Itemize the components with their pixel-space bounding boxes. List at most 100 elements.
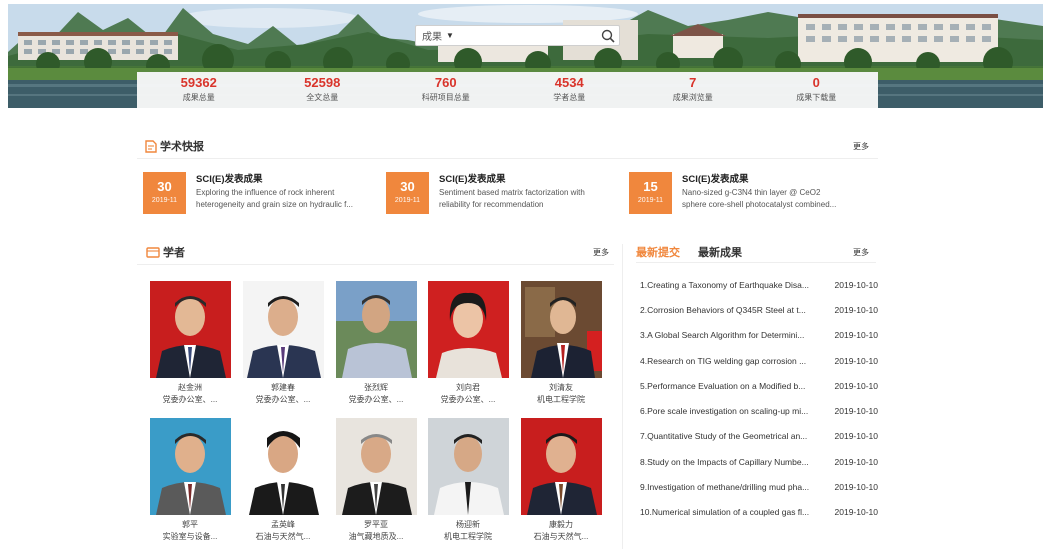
item-title: 10.Numerical simulation of a coupled gas… (640, 507, 810, 518)
stat-label: 成果浏览量 (672, 93, 713, 102)
search-scope-select[interactable]: 成果 ▼ (416, 28, 462, 43)
statistics-bar: 59362 成果总量 52598 全文总量 760 科研项目总量 4534 学者… (137, 72, 878, 108)
caret-down-icon: ▼ (446, 31, 454, 40)
stat-projects[interactable]: 760 科研项目总量 (384, 72, 508, 108)
stat-label: 学者总量 (553, 93, 586, 102)
stat-achievements[interactable]: 59362 成果总量 (137, 72, 261, 108)
date-badge: 30 2019-11 (386, 172, 429, 214)
scholar-name: 刘清友 (549, 383, 573, 392)
news-more-link[interactable]: 更多 (853, 141, 869, 152)
news-title: SCI(E)发表成果 (682, 174, 749, 185)
scholar-photo (335, 418, 417, 515)
scholar-department: 党委办公室、... (162, 395, 218, 404)
list-item[interactable]: 1.Creating a Taxonomy of Earthquake Disa… (640, 272, 878, 297)
scholar-card[interactable]: 孟英峰 石油与天然气... (240, 418, 326, 542)
item-date: 2019-10-10 (834, 304, 878, 315)
search-button[interactable] (597, 26, 619, 45)
scholar-department: 机电工程学院 (537, 395, 585, 404)
scholar-photo (149, 418, 231, 515)
tab-latest-achievements[interactable]: 最新成果 (698, 244, 742, 260)
date-month: 2019-11 (151, 197, 178, 204)
stat-value: 7 (689, 75, 697, 90)
list-item[interactable]: 4.Research on TIG welding gap corrosion … (640, 348, 878, 373)
list-item[interactable]: 6.Pore scale investigation on scaling-up… (640, 398, 878, 423)
scholars-more-link[interactable]: 更多 (593, 247, 609, 258)
stat-value: 760 (434, 75, 457, 90)
latest-list: 1.Creating a Taxonomy of Earthquake Disa… (640, 272, 878, 525)
date-month: 2019-11 (394, 197, 421, 204)
scholar-card[interactable]: 郭平 实验室与设备... (147, 418, 233, 542)
news-summary-line: Exploring the influence of rock inherent (196, 188, 335, 197)
scholar-photo (520, 281, 602, 378)
item-title: 6.Pore scale investigation on scaling-up… (640, 406, 809, 417)
item-date: 2019-10-10 (834, 330, 878, 341)
scholar-photo (242, 281, 324, 378)
item-date: 2019-10-10 (834, 355, 878, 366)
news-section-header: 学术快报 (145, 138, 204, 154)
stat-views[interactable]: 7 成果浏览量 (631, 72, 755, 108)
scholar-card[interactable]: 杨迎新 机电工程学院 (425, 418, 511, 542)
scholar-name: 孟英峰 (271, 520, 295, 529)
latest-more-link[interactable]: 更多 (853, 247, 869, 258)
scholar-card[interactable]: 张烈辉 党委办公室、... (333, 281, 419, 405)
scholar-name: 赵金洲 (178, 383, 202, 392)
item-date: 2019-10-10 (834, 279, 878, 290)
news-card[interactable]: 30 2019-11 SCI(E)发表成果 Exploring the infl… (143, 172, 376, 214)
search-bar: 成果 ▼ (415, 25, 620, 46)
news-card[interactable]: 15 2019-11 SCI(E)发表成果 Nano-sized g-C3N4 … (629, 172, 862, 214)
search-scope-label: 成果 (422, 32, 442, 43)
stat-scholars[interactable]: 4534 学者总量 (508, 72, 632, 108)
stat-label: 成果总量 (182, 93, 215, 102)
scholars-section-title: 学者 (163, 247, 185, 259)
item-title: 5.Performance Evaluation on a Modified b… (640, 380, 806, 391)
search-input[interactable] (462, 27, 597, 44)
scholar-card[interactable]: 刘向君 党委办公室、... (425, 281, 511, 405)
scholar-card[interactable]: 康毅力 石油与天然气... (518, 418, 604, 542)
document-icon (145, 139, 157, 153)
list-item[interactable]: 3.A Global Search Algorithm for Determin… (640, 323, 878, 348)
list-item[interactable]: 9.Investigation of methane/drilling mud … (640, 474, 878, 499)
divider (137, 158, 878, 159)
divider (636, 262, 876, 263)
scholar-photo (335, 281, 417, 378)
list-item[interactable]: 10.Numerical simulation of a coupled gas… (640, 500, 878, 525)
date-day: 30 (400, 179, 415, 194)
search-icon (601, 29, 615, 43)
stat-value: 52598 (304, 75, 341, 90)
list-item[interactable]: 8.Study on the Impacts of Capillary Numb… (640, 449, 878, 474)
scholar-department: 实验室与设备... (162, 532, 218, 541)
list-item[interactable]: 7.Quantitative Study of the Geometrical … (640, 424, 878, 449)
scholar-card[interactable]: 郭建春 党委办公室、... (240, 281, 326, 405)
divider (137, 264, 614, 265)
scholar-photo (427, 418, 509, 515)
item-date: 2019-10-10 (834, 431, 878, 442)
list-item[interactable]: 5.Performance Evaluation on a Modified b… (640, 373, 878, 398)
stat-value: 4534 (554, 75, 584, 90)
stat-label: 科研项目总量 (421, 93, 470, 102)
scholar-card[interactable]: 刘清友 机电工程学院 (518, 281, 604, 405)
news-title: SCI(E)发表成果 (196, 174, 263, 185)
scholar-card[interactable]: 罗平亚 油气藏地质及... (333, 418, 419, 542)
stat-label: 成果下载量 (796, 93, 837, 102)
tab-latest-submissions[interactable]: 最新提交 (636, 244, 680, 260)
news-summary-line: Sentiment based matrix factorization wit… (439, 188, 585, 197)
news-card[interactable]: 30 2019-11 SCI(E)发表成果 Sentiment based ma… (386, 172, 619, 214)
date-badge: 15 2019-11 (629, 172, 672, 214)
scholar-name: 郭建春 (271, 383, 295, 392)
stat-fulltext[interactable]: 52598 全文总量 (261, 72, 385, 108)
item-title: 9.Investigation of methane/drilling mud … (640, 482, 810, 493)
stat-downloads[interactable]: 0 成果下载量 (755, 72, 879, 108)
scholar-photo (427, 281, 509, 378)
scholar-card[interactable]: 赵金洲 党委办公室、... (147, 281, 233, 405)
divider (622, 244, 623, 549)
item-title: 8.Study on the Impacts of Capillary Numb… (640, 456, 809, 467)
stat-value: 59362 (180, 75, 217, 90)
item-date: 2019-10-10 (834, 456, 878, 467)
item-title: 1.Creating a Taxonomy of Earthquake Disa… (640, 279, 809, 290)
scholar-department: 党委办公室、... (255, 395, 311, 404)
news-summary-line: Nano-sized g-C3N4 thin layer @ CeO2 (682, 188, 821, 197)
item-date: 2019-10-10 (834, 406, 878, 417)
scholar-name: 杨迎新 (456, 520, 480, 529)
item-date: 2019-10-10 (834, 507, 878, 518)
list-item[interactable]: 2.Corrosion Behaviors of Q345R Steel at … (640, 297, 878, 322)
